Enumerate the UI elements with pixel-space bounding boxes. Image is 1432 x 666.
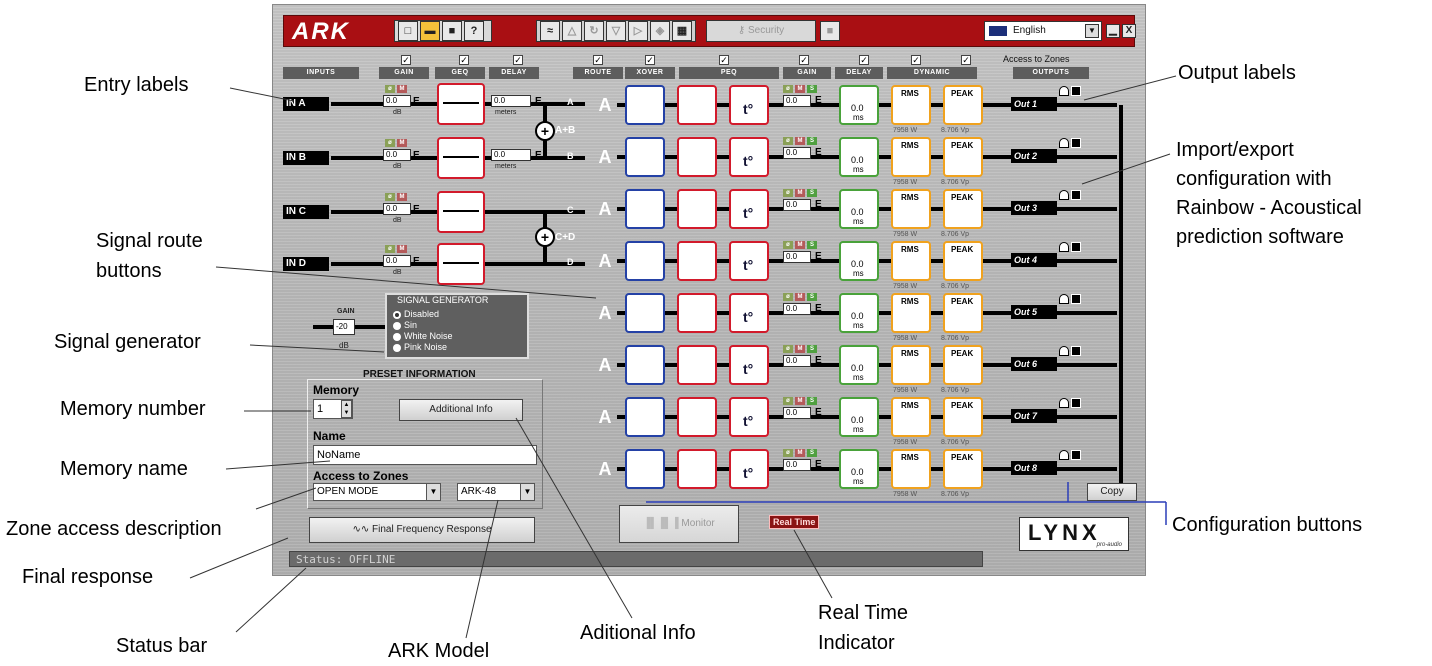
leader-signal-route: [215, 266, 597, 299]
leader-memory-name: [225, 460, 331, 470]
callout-leader-lines: [189, 75, 1177, 639]
leader-output-labels: [1083, 75, 1177, 101]
leader-ark-model: [465, 499, 499, 639]
leader-real-time: [793, 529, 833, 599]
leader-zone-access: [255, 487, 317, 510]
leader-signal-generator: [249, 344, 385, 353]
leader-aditional-info: [515, 417, 633, 619]
leader-entry-labels: [229, 87, 295, 102]
leader-import-export: [1081, 153, 1171, 185]
leader-final-response: [189, 537, 289, 579]
leader-status-bar: [235, 567, 307, 633]
